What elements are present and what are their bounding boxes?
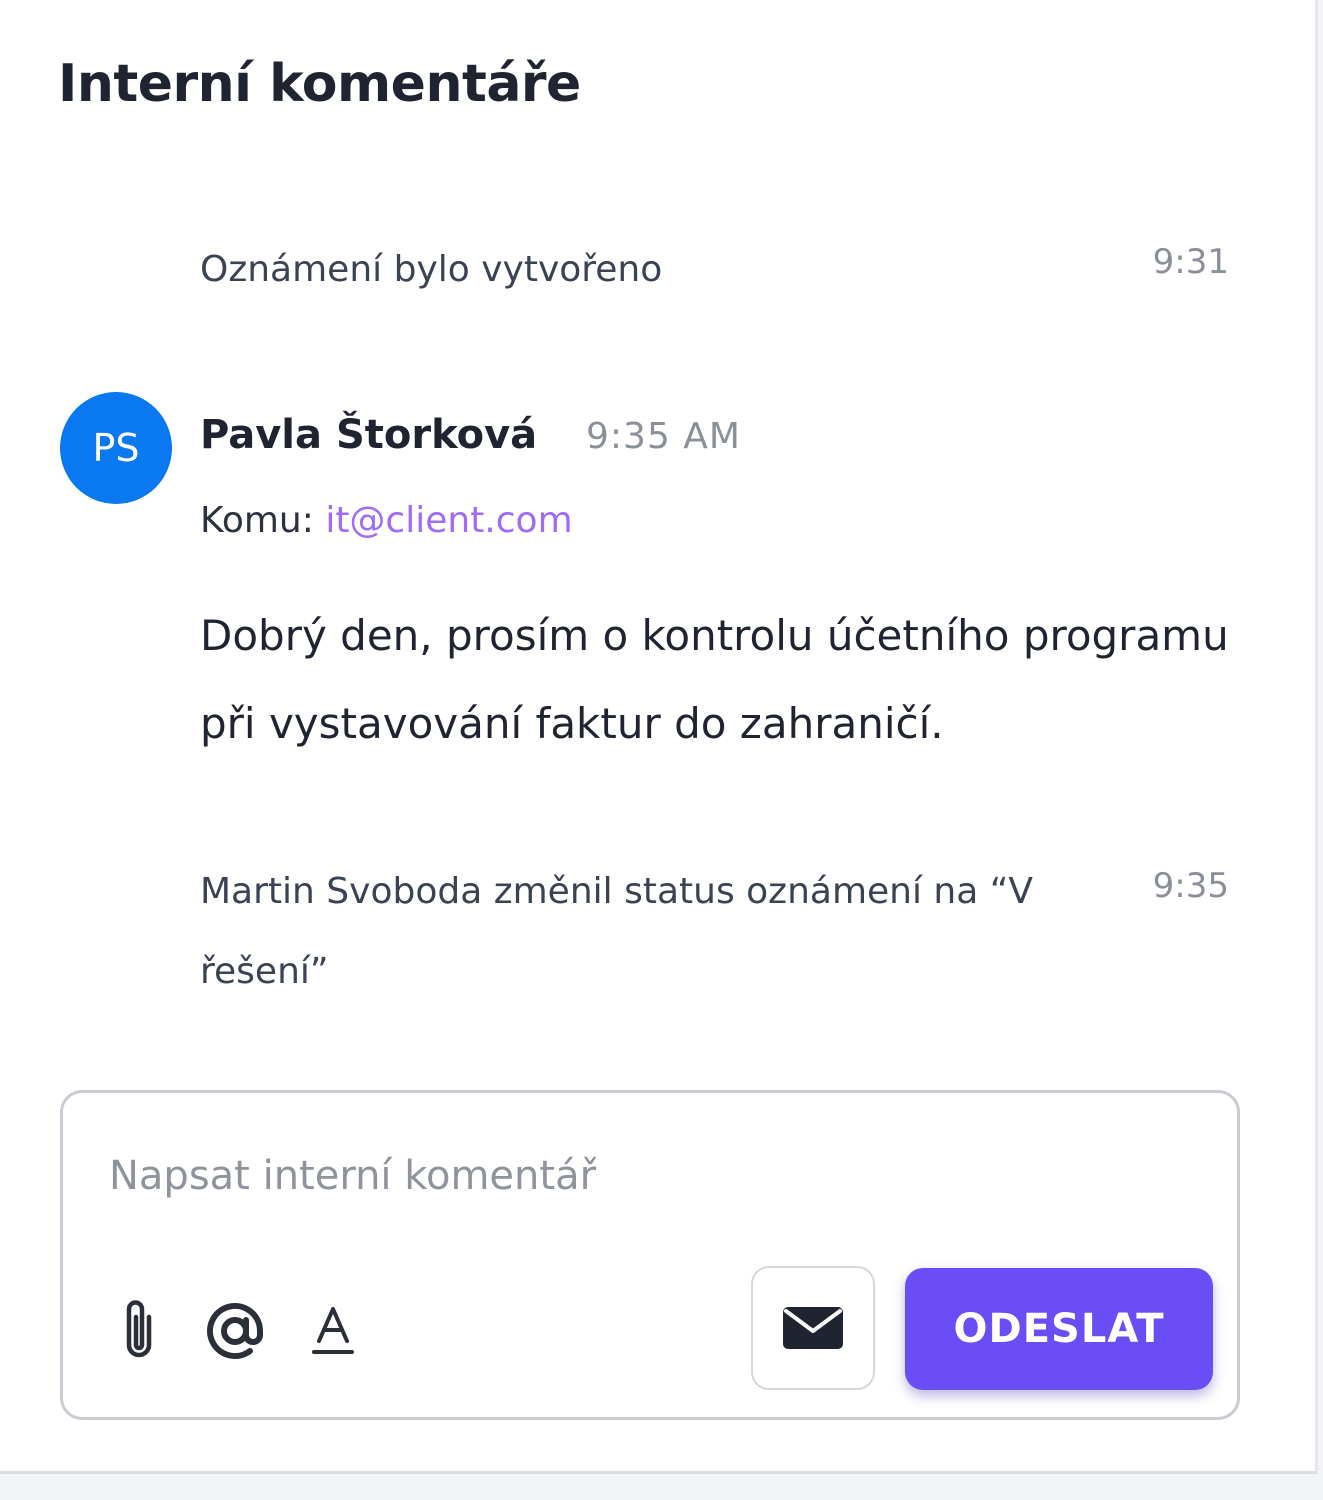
activity-created-time: 9:31 [1152,242,1229,282]
paperclip-icon [126,1300,152,1358]
panel-title: Interní komentáře [58,54,581,114]
activity-created-text: Oznámení bylo vytvořeno [200,249,663,290]
internal-comments-panel: Interní komentáře Oznámení bylo vytvořen… [0,0,1318,1474]
recipient-label: Komu: [200,500,314,541]
mention-button[interactable] [203,1291,267,1371]
activity-status-time: 9:35 [1152,866,1229,906]
comment-recipient: Komu: it@client.com [200,500,573,541]
comment-time: 9:35 AM [586,416,741,457]
text-format-button[interactable] [301,1291,365,1371]
send-button[interactable]: ODESLAT [905,1268,1213,1390]
comment-body: Dobrý den, prosím o kontrolu účetního pr… [200,611,1229,748]
email-toggle-button[interactable] [751,1266,875,1390]
envelope-icon [783,1307,843,1349]
recipient-email-link[interactable]: it@client.com [325,500,572,541]
comment-composer: ODESLAT [60,1090,1240,1420]
text-format-icon [312,1307,354,1354]
activity-status-text: Martin Svoboda změnil status oznámení na… [200,871,1034,992]
avatar: PS [60,392,172,504]
comment-author: Pavla Štorková [200,412,538,458]
attach-button[interactable] [107,1291,171,1371]
comment-input[interactable] [109,1141,1009,1211]
at-sign-icon [207,1303,263,1359]
